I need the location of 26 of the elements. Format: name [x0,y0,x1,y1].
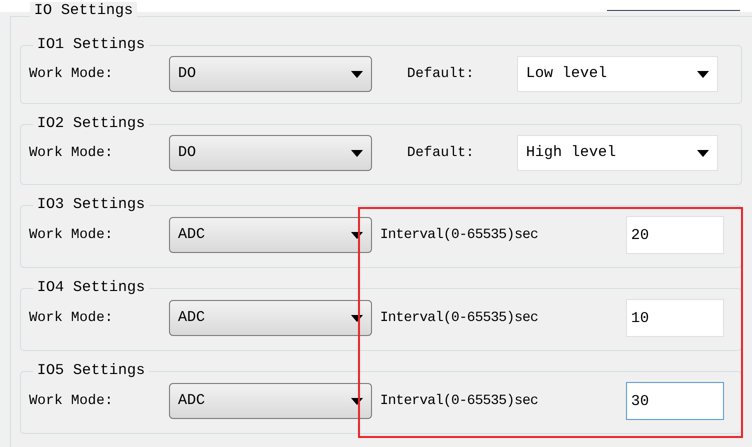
work-mode-dropdown[interactable]: ADC [169,217,372,253]
interval-field[interactable]: 30 [626,382,724,420]
interval-field[interactable]: 10 [626,299,724,337]
work-mode-label: Work Mode: [29,392,114,410]
work-mode-dropdown[interactable]: DO [169,56,372,92]
work-mode-label: Work Mode: [29,64,114,84]
work-mode-label: Work Mode: [29,226,114,244]
group-title: IO4 Settings [36,279,146,297]
work-mode-dropdown[interactable]: ADC [169,300,372,336]
default-label: Default: [407,64,476,84]
interval-label: Interval(0-65535)sec [380,308,540,328]
group-title: IO5 Settings [36,362,146,380]
interval-field[interactable]: 20 [626,216,724,254]
interval-label: Interval(0-65535)sec [380,226,540,244]
group-title: IO3 Settings [36,196,146,214]
group-title: IO2 Settings [36,115,146,133]
work-mode-label: Work Mode: [29,144,114,162]
work-mode-dropdown[interactable]: DO [169,135,372,171]
default-label: Default: [407,144,476,162]
default-dropdown[interactable]: Low level [517,56,718,92]
work-mode-dropdown[interactable]: ADC [169,383,372,419]
interval-label: Interval(0-65535)sec [380,392,540,410]
work-mode-label: Work Mode: [29,308,114,328]
panel-title: IO Settings [30,2,138,20]
group-title: IO1 Settings [36,36,146,54]
default-dropdown[interactable]: High level [517,135,718,171]
